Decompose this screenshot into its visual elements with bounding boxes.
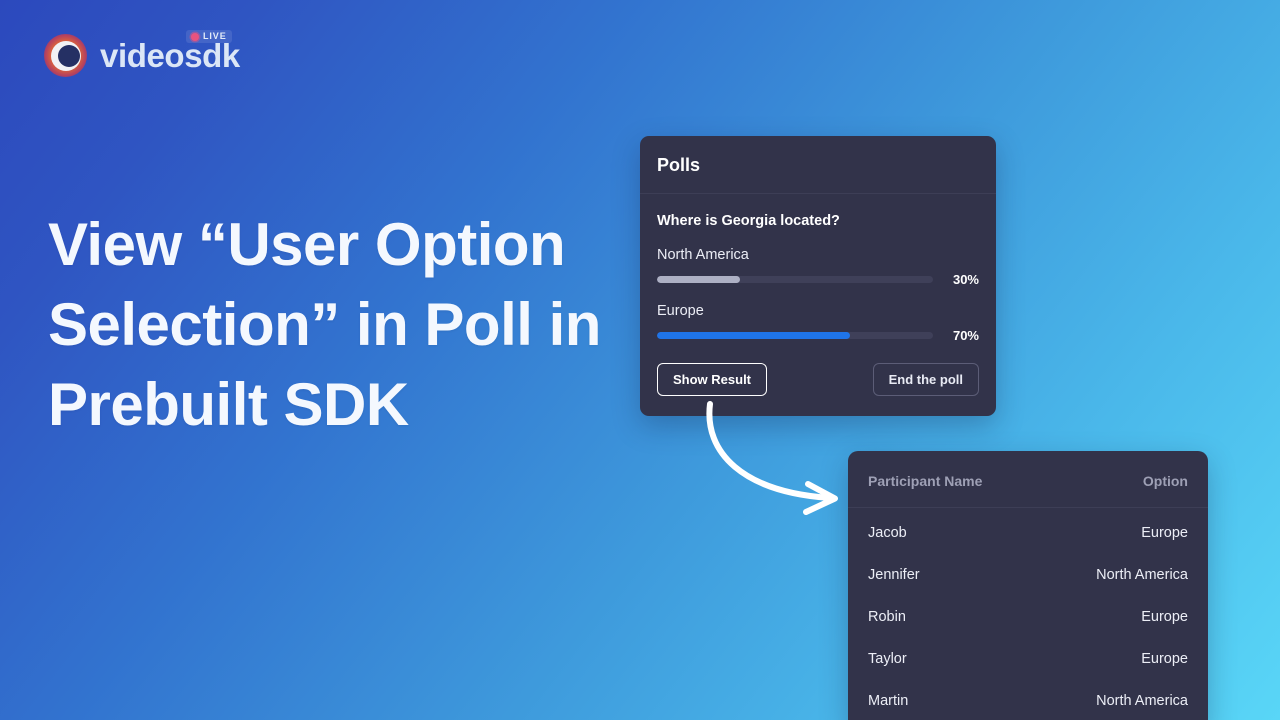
cell-selected-option: Europe xyxy=(1141,525,1188,541)
poll-option-result-row: 70% xyxy=(657,328,979,343)
poll-progress-fill xyxy=(657,332,851,339)
table-header-row: Participant Name Option xyxy=(848,451,1208,508)
cell-selected-option: North America xyxy=(1096,693,1188,709)
cell-participant-name: Jennifer xyxy=(868,567,920,583)
poll-option-europe[interactable]: Europe 70% xyxy=(657,303,979,343)
promo-canvas: videosdk LIVE View “User Option Selectio… xyxy=(0,0,1280,720)
table-row: Taylor Europe xyxy=(848,638,1208,680)
poll-progress-track xyxy=(657,276,933,283)
table-row: Martin North America xyxy=(848,680,1208,720)
show-result-button[interactable]: Show Result xyxy=(657,363,768,396)
end-poll-button[interactable]: End the poll xyxy=(872,363,979,396)
cell-selected-option: Europe xyxy=(1141,651,1188,667)
poll-option-north-america[interactable]: North America 30% xyxy=(657,247,979,287)
poll-question: Where is Georgia located? xyxy=(657,213,840,229)
cell-selected-option: Europe xyxy=(1141,609,1188,625)
poll-progress-track xyxy=(657,332,933,339)
logo-inner-dot xyxy=(58,44,80,67)
table-row: Jennifer North America xyxy=(848,554,1208,596)
poll-option-label: North America xyxy=(657,247,749,263)
participants-table: Participant Name Option Jacob Europe Jenni… xyxy=(848,451,1208,720)
logo-inner-ring xyxy=(50,40,81,71)
poll-percent-label: 30% xyxy=(952,272,979,287)
polls-panel-header: Polls xyxy=(640,136,996,194)
poll-option-label: Europe xyxy=(657,303,704,319)
live-badge: LIVE xyxy=(186,30,232,43)
column-header-option: Option xyxy=(1042,451,1208,508)
poll-percent-label: 70% xyxy=(952,328,979,343)
cell-participant-name: Robin xyxy=(868,609,906,625)
table-row: Jacob Europe xyxy=(848,508,1208,555)
cell-participant-name: Taylor xyxy=(868,651,907,667)
polls-action-bar: Show Result End the poll xyxy=(657,363,979,396)
poll-progress-fill xyxy=(657,276,740,283)
cell-selected-option: North America xyxy=(1096,567,1188,583)
live-record-dot-icon xyxy=(191,32,199,41)
cell-participant-name: Jacob xyxy=(868,525,907,541)
polls-panel-title: Polls xyxy=(657,155,701,175)
participants-table-head: Participant Name Option xyxy=(848,451,1208,508)
participants-table-body: Jacob Europe Jennifer North America Robin Eur… xyxy=(848,508,1208,720)
participants-panel: Participant Name Option Jacob Europe Jenni… xyxy=(848,451,1208,720)
brand-name: videosdk xyxy=(100,37,240,74)
table-row: Robin Europe xyxy=(848,596,1208,638)
live-badge-label: LIVE xyxy=(203,31,227,41)
page-title: View “User Option Selection” in Poll in … xyxy=(48,211,601,438)
videosdk-eclipse-logo-icon xyxy=(44,34,87,77)
polls-panel-body: Where is Georgia located? North America … xyxy=(640,194,996,416)
column-header-participant-name: Participant Name xyxy=(848,451,1043,508)
cell-participant-name: Martin xyxy=(868,693,909,709)
curved-arrow-icon xyxy=(706,401,838,515)
polls-panel: Polls Where is Georgia located? North Am… xyxy=(640,136,996,416)
poll-option-result-row: 30% xyxy=(657,272,979,287)
